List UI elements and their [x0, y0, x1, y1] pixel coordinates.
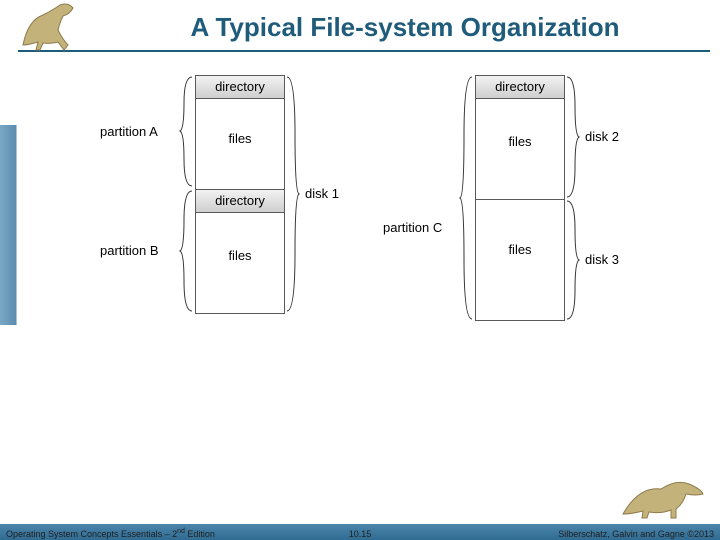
brace-icon	[565, 199, 581, 321]
files-cell: files	[476, 99, 564, 199]
label-disk-1: disk 1	[305, 186, 339, 201]
dir-header: directory	[476, 76, 564, 99]
title-underline	[18, 50, 710, 52]
files-cell: files	[476, 199, 564, 320]
label-partition-a: partition A	[100, 124, 158, 139]
label-partition-b: partition B	[100, 243, 159, 258]
brace-icon	[178, 75, 194, 188]
disk1-column: directory files directory files	[195, 75, 285, 314]
label-disk-2: disk 2	[585, 129, 619, 144]
dir-header: directory	[196, 76, 284, 99]
brace-icon	[285, 75, 301, 313]
footer-copyright: Silberschatz, Galvin and Gagne ©2013	[558, 529, 714, 539]
files-cell: files	[196, 213, 284, 313]
side-accent	[0, 125, 17, 325]
dir-header: directory	[196, 189, 284, 213]
brace-icon	[458, 75, 474, 321]
files-cell: files	[196, 99, 284, 189]
label-partition-c: partition C	[383, 220, 442, 235]
brace-icon	[565, 75, 581, 199]
filesystem-diagram: directory files directory files director…	[80, 75, 650, 415]
dinosaur-icon	[18, 0, 98, 55]
brace-icon	[178, 189, 194, 313]
label-disk-3: disk 3	[585, 252, 619, 267]
page-title: A Typical File-system Organization	[110, 12, 700, 43]
dinosaur-icon	[621, 474, 706, 522]
partitionC-column: directory files files	[475, 75, 565, 321]
